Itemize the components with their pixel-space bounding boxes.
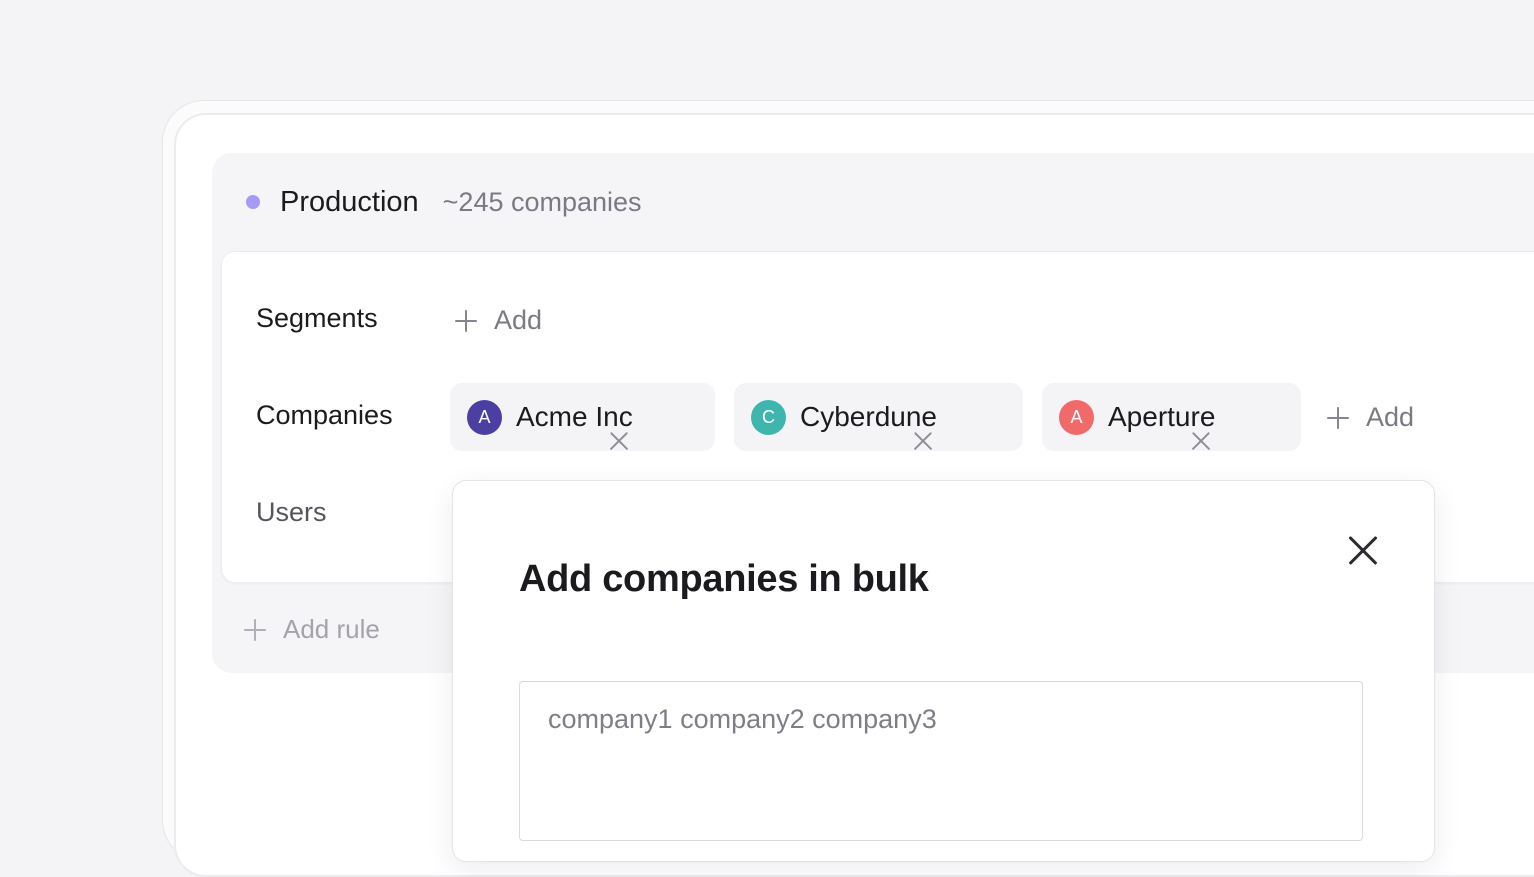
add-company-button[interactable]: Add xyxy=(1327,402,1414,433)
avatar: A xyxy=(467,399,502,435)
company-chip-label: Cyberdune xyxy=(800,401,937,432)
bulk-companies-textarea[interactable] xyxy=(519,681,1363,841)
add-company-label: Add xyxy=(1366,402,1415,432)
modal-title: Add companies in bulk xyxy=(519,558,929,600)
environment-name: Production xyxy=(280,185,419,218)
company-count: ~245 companies xyxy=(442,186,642,217)
environment-header: Production ~245 companies xyxy=(246,185,642,219)
add-rule-button[interactable]: Add rule xyxy=(244,614,380,645)
x-icon[interactable] xyxy=(1191,431,1211,451)
segments-label: Segments xyxy=(256,303,378,333)
add-segment-label: Add xyxy=(494,305,543,335)
avatar: A xyxy=(1059,399,1094,435)
plus-icon xyxy=(1327,406,1349,429)
company-chip-cyberdune[interactable]: C Cyberdune xyxy=(734,383,1023,451)
avatar: C xyxy=(751,399,786,435)
companies-label: Companies xyxy=(256,400,393,430)
company-chip-label: Aperture xyxy=(1108,401,1216,432)
plus-icon xyxy=(455,309,477,332)
add-rule-label: Add rule xyxy=(283,614,380,644)
close-icon[interactable] xyxy=(1346,533,1380,567)
x-icon[interactable] xyxy=(609,431,629,451)
company-chip-label: Acme Inc xyxy=(516,401,633,432)
add-segment-button[interactable]: Add xyxy=(455,305,542,336)
company-chip-acme[interactable]: A Acme Inc xyxy=(450,383,715,451)
x-icon[interactable] xyxy=(913,431,933,451)
users-label: Users xyxy=(256,497,327,527)
status-dot-icon xyxy=(246,195,260,209)
company-chip-aperture[interactable]: A Aperture xyxy=(1042,383,1301,451)
plus-icon xyxy=(244,618,266,641)
